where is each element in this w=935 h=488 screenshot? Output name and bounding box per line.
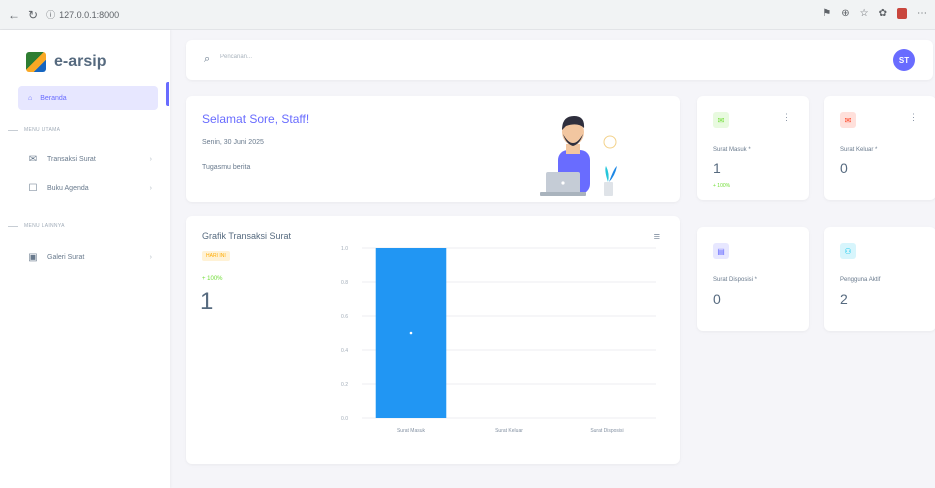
book-icon: ☐ (28, 183, 38, 194)
sidebar-item-galeri-surat[interactable]: ▣ Galeri Surat › (28, 252, 152, 263)
sidebar-item-buku-agenda[interactable]: ☐ Buku Agenda › (28, 183, 152, 194)
chevron-right-icon: › (149, 185, 152, 192)
reload-icon[interactable]: ↻ (28, 9, 38, 21)
chart-total-value: 1 (200, 288, 214, 315)
period-badge: HARI INI (202, 251, 230, 261)
sidebar: e-arsip ⌂ Beranda MENU UTAMA ✉ Transaksi… (0, 30, 170, 488)
chart-title: Grafik Transaksi Surat (202, 231, 292, 241)
image-icon: ▣ (28, 252, 38, 263)
stat-value: 1 (713, 160, 721, 176)
bar-marker (409, 331, 413, 335)
welcome-illustration (540, 116, 617, 196)
outbox-icon: ✉ (840, 112, 856, 128)
bookmark-icon[interactable]: ☆ (860, 8, 869, 19)
y-tick-label: 0.6 (341, 314, 348, 320)
extensions-icon[interactable]: ✿ (879, 8, 887, 19)
stat-label: Surat Masuk * (713, 147, 751, 153)
browser-actions: ⚑ ⊕ ☆ ✿ ⋯ (822, 8, 927, 19)
more-options-icon[interactable]: ⋮ (909, 112, 918, 123)
more-options-icon[interactable]: ⋮ (782, 112, 791, 123)
y-tick-label: 1.0 (341, 246, 348, 252)
search-icon: ⌕ (204, 53, 211, 65)
stat-card-surat-keluar[interactable]: ✉ ⋮ Surat Keluar * 0 (824, 96, 935, 200)
home-icon: ⌂ (28, 94, 33, 102)
search-input[interactable] (220, 54, 420, 60)
active-indicator (166, 82, 169, 106)
stat-card-pengguna-aktif[interactable]: ⚇ Pengguna Aktif 2 (824, 227, 935, 331)
x-tick-label: Surat Disposisi (590, 428, 623, 434)
stat-value: 0 (713, 291, 721, 307)
y-tick-label: 0.2 (341, 382, 348, 388)
sidebar-item-label: Beranda (40, 94, 67, 102)
chart-growth-percent: + 100% (202, 276, 223, 282)
welcome-title: Selamat Sore, Staff! (202, 112, 310, 126)
user-icon: ⚇ (840, 243, 856, 259)
sidebar-item-label: Transaksi Surat (47, 156, 96, 163)
stat-growth: + 100% (713, 183, 731, 189)
chevron-right-icon: › (149, 156, 152, 163)
sidebar-item-beranda[interactable]: ⌂ Beranda (18, 86, 158, 110)
bar-chart: 0.0 0.2 0.4 0.6 0.8 1.0 Surat Masuk Surat Kelua… (341, 246, 656, 434)
stat-card-surat-disposisi[interactable]: ▤ Surat Disposisi * 0 (697, 227, 809, 331)
disposition-icon: ▤ (713, 243, 729, 259)
x-tick-label: Surat Keluar (495, 428, 523, 434)
transaction-chart-card: Grafik Transaksi Surat HARI INI + 100% 1… (186, 216, 680, 464)
y-tick-label: 0.0 (341, 416, 348, 422)
extension-badge-icon[interactable] (897, 8, 907, 19)
stat-value: 0 (840, 160, 848, 176)
welcome-card: Selamat Sore, Staff! Senin, 30 Juni 2025… (186, 96, 680, 202)
back-icon[interactable]: ← (8, 9, 20, 21)
browser-toolbar: ← ↻ ⓘ 127.0.0.1:8000 ⚑ ⊕ ☆ ✿ ⋯ (0, 0, 935, 30)
mail-icon: ✉ (28, 154, 38, 165)
x-tick-label: Surat Masuk (397, 428, 426, 434)
site-info-icon[interactable]: ⓘ (46, 8, 55, 21)
sidebar-item-transaksi-surat[interactable]: ✉ Transaksi Surat › (28, 154, 152, 165)
top-navbar: ⌕ ST (186, 40, 933, 80)
browser-menu-icon[interactable]: ⋯ (917, 8, 927, 19)
address-bar[interactable]: ⓘ 127.0.0.1:8000 (46, 8, 119, 21)
logo-emblem-icon (26, 52, 46, 72)
sidebar-item-label: Galeri Surat (47, 254, 85, 261)
stat-card-surat-masuk[interactable]: ✉ ⋮ Surat Masuk * 1 + 100% (697, 96, 809, 200)
app-logo[interactable]: e-arsip (26, 52, 106, 72)
logo-text: e-arsip (54, 53, 107, 70)
chevron-right-icon: › (149, 254, 152, 261)
stat-value: 2 (840, 291, 848, 307)
welcome-date: Senin, 30 Juni 2025 (202, 139, 264, 146)
avatar[interactable]: ST (893, 49, 915, 71)
translate-icon[interactable]: ⚑ (822, 8, 831, 19)
url-text: 127.0.0.1:8000 (59, 9, 120, 20)
menu-header-lainnya: MENU LAINNYA (8, 223, 65, 229)
y-tick-label: 0.8 (341, 280, 348, 286)
stat-label: Pengguna Aktif (840, 277, 881, 283)
inbox-icon: ✉ (713, 112, 729, 128)
y-tick-label: 0.4 (341, 348, 348, 354)
welcome-message: Tugasmu berita (202, 164, 251, 171)
zoom-icon[interactable]: ⊕ (841, 8, 849, 19)
sidebar-item-label: Buku Agenda (47, 185, 89, 192)
stat-label: Surat Keluar * (840, 147, 878, 153)
stat-label: Surat Disposisi * (713, 277, 758, 283)
menu-header-utama: MENU UTAMA (8, 127, 60, 133)
